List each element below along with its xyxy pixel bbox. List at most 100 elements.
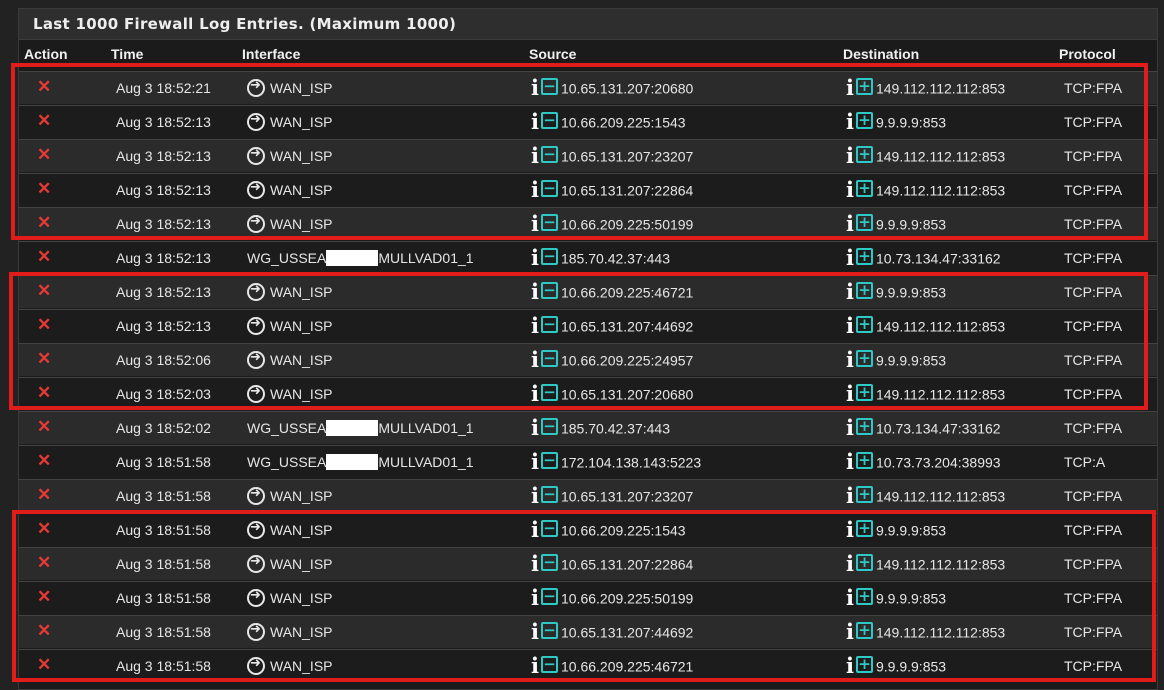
info-icon[interactable]: i (846, 653, 854, 678)
destination-address[interactable]: 9.9.9.9:853 (876, 659, 946, 675)
interface-cell[interactable]: WG_USSEA MULLVAD01_1 (247, 420, 474, 437)
interface-cell[interactable]: WAN_ISP (247, 622, 333, 642)
info-icon[interactable]: i (531, 517, 539, 542)
interface-cell[interactable]: WAN_ISP (247, 350, 333, 370)
column-header-protocol[interactable]: Protocol (1059, 46, 1116, 62)
minus-box-icon[interactable]: − (540, 78, 558, 95)
source-address[interactable]: 10.65.131.207:20680 (561, 81, 693, 97)
block-x-icon[interactable]: ✕ (37, 621, 51, 641)
plus-box-icon[interactable]: + (855, 180, 873, 197)
minus-box-icon[interactable]: − (540, 486, 558, 503)
source-address[interactable]: 10.66.209.225:50199 (561, 217, 693, 233)
minus-box-icon[interactable]: − (540, 452, 558, 469)
block-x-icon[interactable]: ✕ (37, 655, 51, 675)
plus-box-icon[interactable]: + (855, 146, 873, 163)
block-x-icon[interactable]: ✕ (37, 553, 51, 573)
source-address[interactable]: 10.65.131.207:44692 (561, 625, 693, 641)
plus-box-icon[interactable]: + (855, 622, 873, 639)
interface-cell[interactable]: WAN_ISP (247, 180, 333, 200)
interface-cell[interactable]: WG_USSEA MULLVAD01_1 (247, 454, 474, 471)
interface-cell[interactable]: WAN_ISP (247, 384, 333, 404)
source-address[interactable]: 10.65.131.207:23207 (561, 149, 693, 165)
info-icon[interactable]: i (531, 653, 539, 678)
column-header-source[interactable]: Source (529, 46, 576, 62)
block-x-icon[interactable]: ✕ (37, 587, 51, 607)
minus-box-icon[interactable]: − (540, 248, 558, 265)
info-icon[interactable]: i (846, 245, 854, 270)
plus-box-icon[interactable]: + (855, 112, 873, 129)
column-header-time[interactable]: Time (111, 46, 143, 62)
column-header-interface[interactable]: Interface (242, 46, 300, 62)
destination-address[interactable]: 149.112.112.112:853 (876, 149, 1005, 165)
info-icon[interactable]: i (531, 449, 539, 474)
block-x-icon[interactable]: ✕ (37, 281, 51, 301)
block-x-icon[interactable]: ✕ (37, 417, 51, 437)
source-address[interactable]: 10.66.209.225:46721 (561, 659, 693, 675)
plus-box-icon[interactable]: + (855, 452, 873, 469)
source-address[interactable]: 10.65.131.207:44692 (561, 319, 693, 335)
interface-cell[interactable]: WAN_ISP (247, 316, 333, 336)
info-icon[interactable]: i (531, 313, 539, 338)
info-icon[interactable]: i (531, 381, 539, 406)
info-icon[interactable]: i (846, 619, 854, 644)
info-icon[interactable]: i (846, 585, 854, 610)
info-icon[interactable]: i (531, 177, 539, 202)
plus-box-icon[interactable]: + (855, 78, 873, 95)
column-header-action[interactable]: Action (24, 46, 68, 62)
source-address[interactable]: 172.104.138.143:5223 (561, 455, 701, 471)
destination-address[interactable]: 149.112.112.112:853 (876, 319, 1005, 335)
interface-cell[interactable]: WAN_ISP (247, 78, 333, 98)
interface-cell[interactable]: WAN_ISP (247, 282, 333, 302)
destination-address[interactable]: 149.112.112.112:853 (876, 81, 1005, 97)
interface-cell[interactable]: WG_USSEA MULLVAD01_1 (247, 250, 474, 267)
info-icon[interactable]: i (531, 551, 539, 576)
interface-cell[interactable]: WAN_ISP (247, 588, 333, 608)
plus-box-icon[interactable]: + (855, 350, 873, 367)
plus-box-icon[interactable]: + (855, 316, 873, 333)
destination-address[interactable]: 149.112.112.112:853 (876, 625, 1005, 641)
plus-box-icon[interactable]: + (855, 656, 873, 673)
info-icon[interactable]: i (846, 347, 854, 372)
info-icon[interactable]: i (846, 279, 854, 304)
source-address[interactable]: 10.66.209.225:46721 (561, 285, 693, 301)
info-icon[interactable]: i (531, 619, 539, 644)
source-address[interactable]: 10.66.209.225:24957 (561, 353, 693, 369)
source-address[interactable]: 10.65.131.207:22864 (561, 183, 693, 199)
destination-address[interactable]: 9.9.9.9:853 (876, 115, 946, 131)
interface-cell[interactable]: WAN_ISP (247, 520, 333, 540)
destination-address[interactable]: 9.9.9.9:853 (876, 353, 946, 369)
destination-address[interactable]: 149.112.112.112:853 (876, 183, 1005, 199)
source-address[interactable]: 10.66.209.225:50199 (561, 591, 693, 607)
block-x-icon[interactable]: ✕ (37, 247, 51, 267)
destination-address[interactable]: 10.73.134.47:33162 (876, 421, 1001, 437)
minus-box-icon[interactable]: − (540, 316, 558, 333)
info-icon[interactable]: i (846, 109, 854, 134)
info-icon[interactable]: i (846, 143, 854, 168)
destination-address[interactable]: 9.9.9.9:853 (876, 217, 946, 233)
minus-box-icon[interactable]: − (540, 282, 558, 299)
source-address[interactable]: 10.65.131.207:23207 (561, 489, 693, 505)
info-icon[interactable]: i (531, 585, 539, 610)
plus-box-icon[interactable]: + (855, 554, 873, 571)
info-icon[interactable]: i (846, 313, 854, 338)
minus-box-icon[interactable]: − (540, 520, 558, 537)
info-icon[interactable]: i (531, 279, 539, 304)
source-address[interactable]: 10.66.209.225:1543 (561, 115, 686, 131)
block-x-icon[interactable]: ✕ (37, 213, 51, 233)
block-x-icon[interactable]: ✕ (37, 179, 51, 199)
destination-address[interactable]: 149.112.112.112:853 (876, 387, 1005, 403)
info-icon[interactable]: i (846, 381, 854, 406)
destination-address[interactable]: 9.9.9.9:853 (876, 285, 946, 301)
minus-box-icon[interactable]: − (540, 554, 558, 571)
info-icon[interactable]: i (531, 483, 539, 508)
destination-address[interactable]: 149.112.112.112:853 (876, 489, 1005, 505)
info-icon[interactable]: i (531, 75, 539, 100)
info-icon[interactable]: i (846, 517, 854, 542)
source-address[interactable]: 185.70.42.37:443 (561, 251, 670, 267)
plus-box-icon[interactable]: + (855, 588, 873, 605)
block-x-icon[interactable]: ✕ (37, 77, 51, 97)
interface-cell[interactable]: WAN_ISP (247, 656, 333, 676)
info-icon[interactable]: i (846, 551, 854, 576)
info-icon[interactable]: i (846, 211, 854, 236)
block-x-icon[interactable]: ✕ (37, 485, 51, 505)
